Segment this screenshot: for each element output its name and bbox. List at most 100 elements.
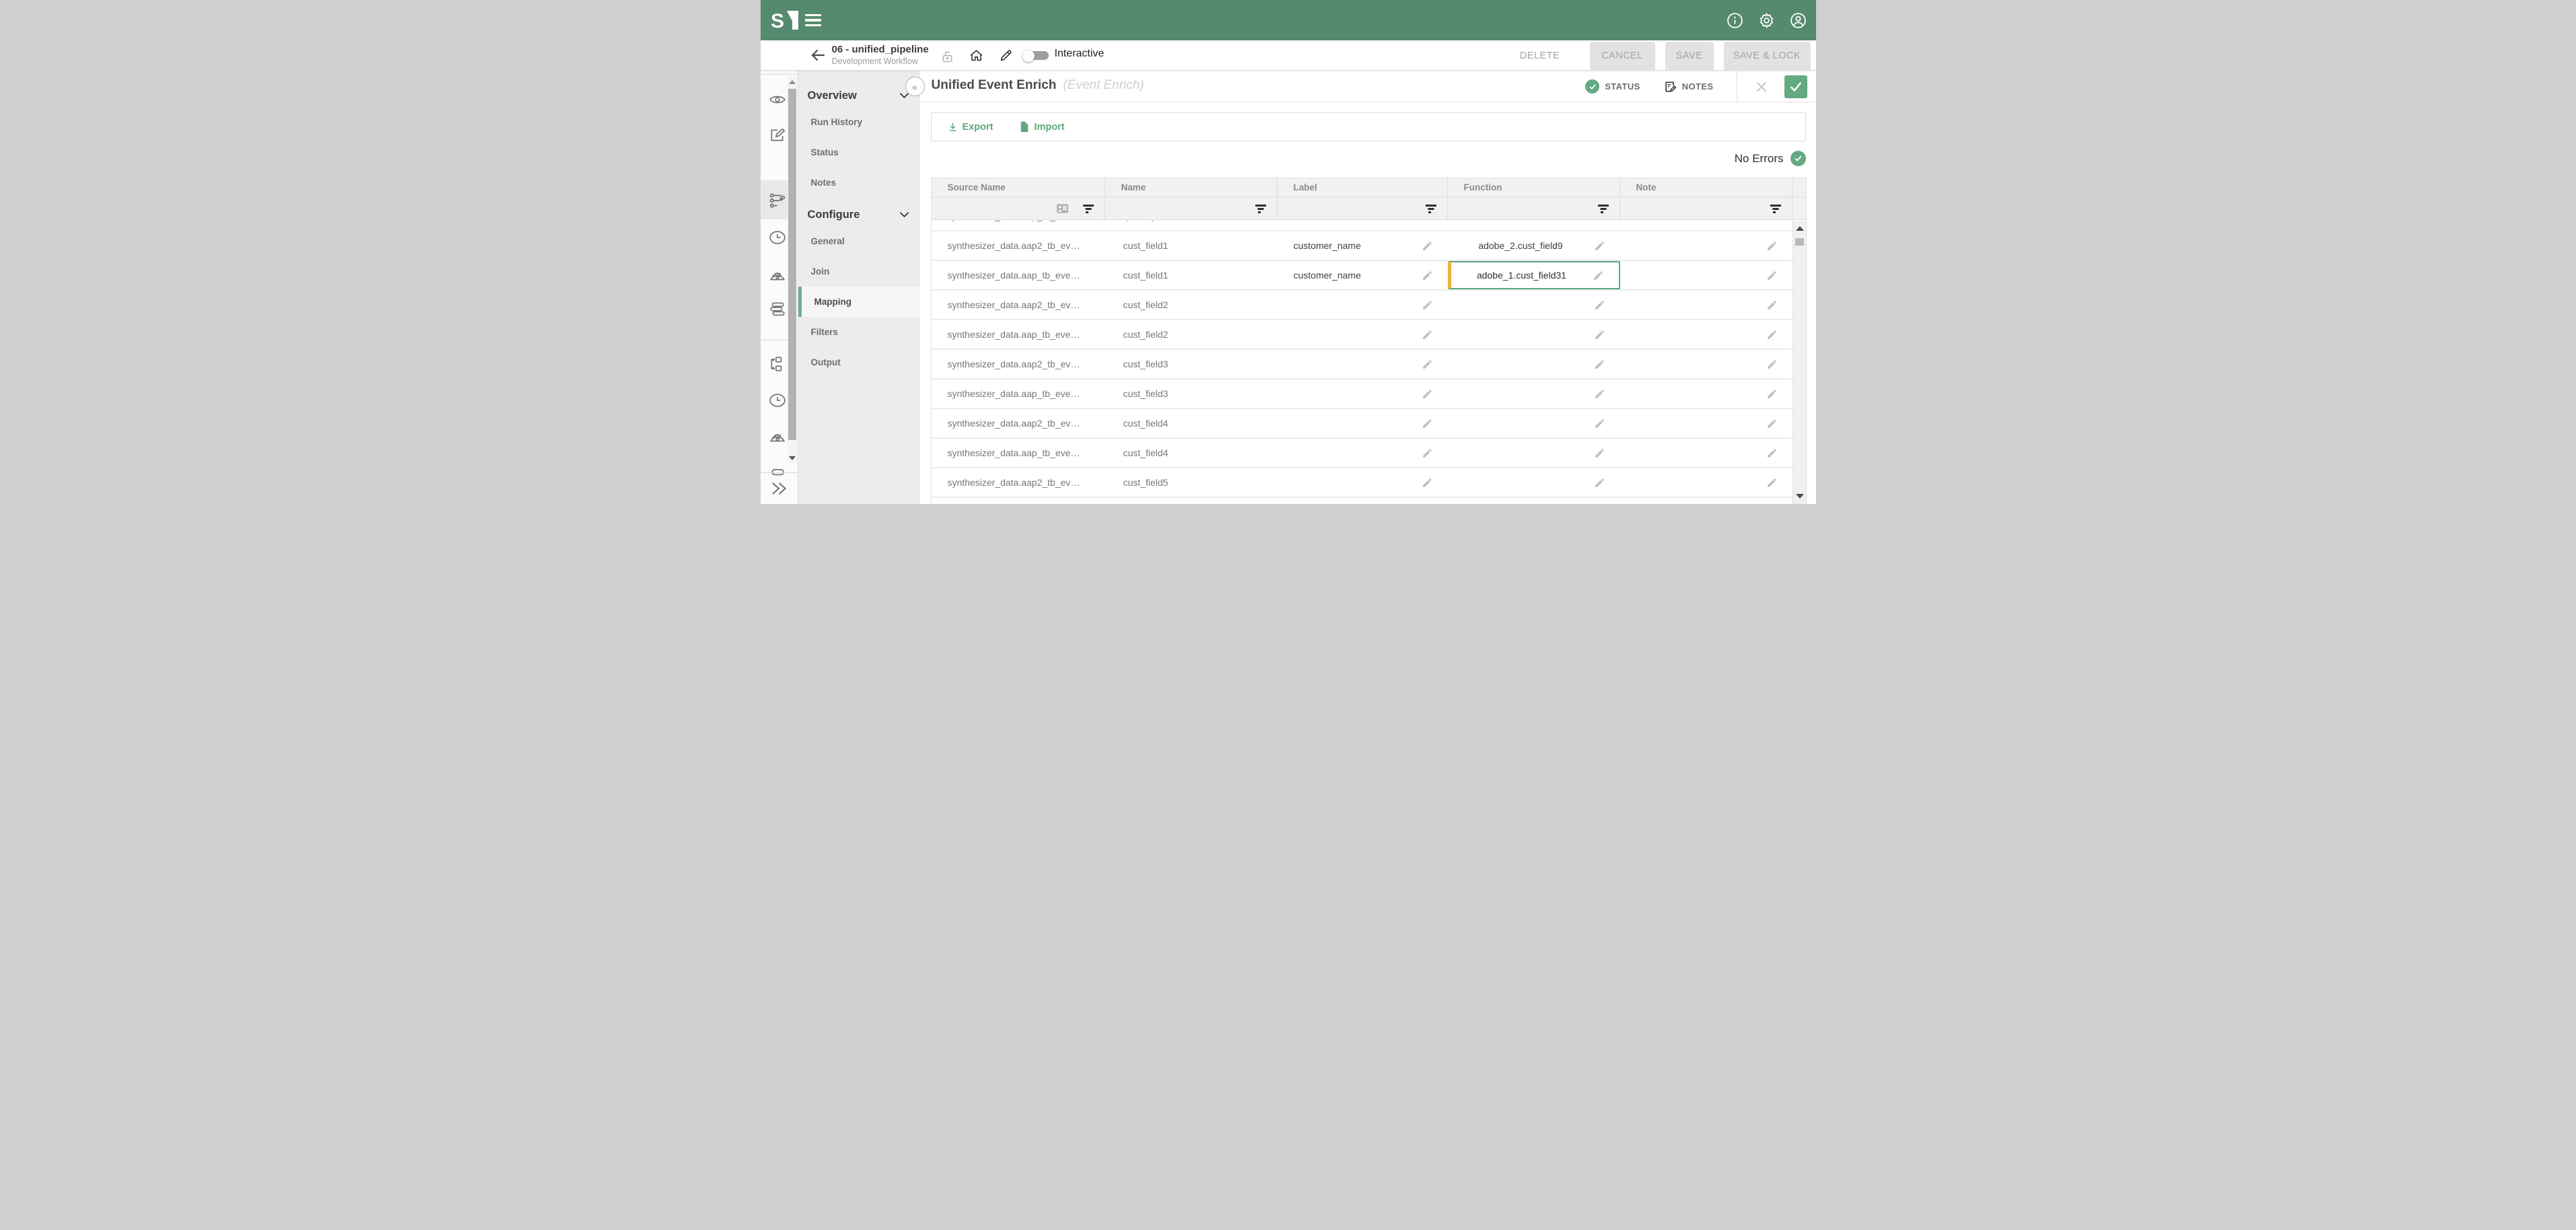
table-row[interactable]: synthesizer_data.aap_tb_eve…cust_field4 — [932, 439, 1793, 468]
filter-cell-note[interactable] — [1620, 198, 1792, 219]
export-button[interactable]: Export — [948, 122, 994, 133]
info-icon[interactable] — [1727, 12, 1743, 29]
filter-funnel-icon[interactable] — [1083, 205, 1094, 213]
edit-note-pencil-icon[interactable] — [1766, 477, 1778, 489]
edit-label-pencil-icon[interactable] — [1422, 477, 1433, 489]
column-card-icon[interactable] — [1057, 204, 1068, 213]
column-header-note[interactable]: Note — [1620, 178, 1792, 196]
gauge-icon[interactable] — [769, 428, 786, 445]
edit-function-pencil-icon[interactable] — [1594, 329, 1605, 340]
collapse-panel-button[interactable]: « — [905, 77, 925, 96]
gauge-icon[interactable] — [769, 266, 786, 284]
filter-cell-name[interactable] — [1105, 198, 1278, 219]
edit-label-pencil-icon[interactable] — [1422, 299, 1433, 311]
import-button[interactable]: Import — [1020, 121, 1064, 133]
table-row[interactable]: synthesizer_data.aap2_tb_ev…cust_field5 — [932, 468, 1793, 498]
table-row[interactable]: synthesizer_data.aap_tb_eve…cust_field3 — [932, 379, 1793, 409]
edit-note-pencil-icon[interactable] — [1766, 359, 1778, 370]
edit-note-pencil-icon[interactable] — [1766, 388, 1778, 400]
column-header-source-name[interactable]: Source Name — [932, 178, 1105, 196]
filter-cell-function[interactable] — [1448, 198, 1620, 219]
back-arrow-icon[interactable] — [810, 47, 826, 63]
scroll-down-arrow-icon[interactable] — [789, 456, 796, 460]
edit-note-pencil-icon[interactable] — [1766, 270, 1778, 281]
table-row[interactable]: synthesizer_data.aap2_tb_ev…cust_field3 — [932, 350, 1793, 379]
edit-label-pencil-icon[interactable] — [1422, 388, 1433, 400]
rail-scrollbar[interactable] — [788, 77, 797, 464]
interactive-toggle[interactable] — [1022, 50, 1049, 62]
column-header-name[interactable]: Name — [1105, 178, 1278, 196]
sidebar-item-mapping[interactable]: Mapping — [798, 287, 920, 317]
edit-label-pencil-icon[interactable] — [1422, 329, 1433, 340]
sidebar-item-general[interactable]: General — [798, 226, 920, 256]
sidebar-item-output[interactable]: Output — [798, 347, 920, 377]
edit-pencil-icon[interactable] — [999, 48, 1013, 63]
clock-icon[interactable] — [769, 229, 786, 246]
settings-gear-icon[interactable] — [1758, 12, 1775, 29]
table-row[interactable]: synthesizer_data.aap_tb_eve…quantity — [932, 221, 1793, 231]
filter-cell-source-name[interactable] — [932, 198, 1105, 219]
filter-funnel-icon[interactable] — [1598, 205, 1609, 213]
column-header-label[interactable]: Label — [1278, 178, 1448, 196]
compose-icon[interactable] — [769, 126, 786, 144]
expand-rail-chevrons-icon[interactable] — [770, 481, 788, 496]
edit-note-pencil-icon[interactable] — [1766, 447, 1778, 459]
clock-icon[interactable] — [769, 392, 786, 409]
delete-button[interactable]: DELETE — [1512, 42, 1568, 70]
confirm-check-button[interactable] — [1784, 75, 1807, 98]
filter-cell-label[interactable] — [1278, 198, 1448, 219]
edit-label-pencil-icon[interactable] — [1422, 359, 1433, 370]
scroll-up-arrow-icon[interactable] — [789, 80, 796, 84]
sidebar-item-notes[interactable]: Notes — [798, 168, 920, 198]
table-row[interactable]: synthesizer_data.aap2_tb_ev…cust_field2 — [932, 291, 1793, 320]
table-scrollbar-thumb[interactable] — [1795, 238, 1804, 246]
close-x-icon[interactable] — [1755, 80, 1768, 94]
layers-icon[interactable] — [769, 300, 786, 318]
edit-function-pencil-icon[interactable] — [1594, 240, 1605, 252]
edit-label-pencil-icon[interactable] — [1422, 240, 1433, 252]
notes-button[interactable]: NOTES — [1663, 80, 1714, 94]
cancel-button[interactable]: CANCEL — [1590, 42, 1655, 70]
edit-function-pencil-icon[interactable] — [1594, 418, 1605, 429]
flow-icon[interactable] — [769, 355, 786, 373]
pipeline-icon[interactable] — [769, 191, 786, 209]
edit-function-pencil-icon[interactable] — [1594, 299, 1605, 311]
sidebar-item-join[interactable]: Join — [798, 256, 920, 287]
status-button[interactable]: STATUS — [1585, 79, 1640, 94]
nav-section-overview[interactable]: Overview — [798, 84, 920, 107]
edit-note-pencil-icon[interactable] — [1766, 299, 1778, 311]
filter-funnel-icon[interactable] — [1770, 205, 1781, 213]
rail-scrollbar-thumb[interactable] — [788, 89, 796, 440]
edit-function-pencil-icon[interactable] — [1594, 388, 1605, 400]
menu-hamburger-icon[interactable] — [805, 14, 821, 26]
edit-label-pencil-icon[interactable] — [1422, 270, 1433, 281]
table-scrollbar[interactable] — [1792, 221, 1806, 504]
eye-icon[interactable] — [769, 91, 786, 108]
filter-funnel-icon[interactable] — [1255, 205, 1266, 213]
edit-function-pencil-icon[interactable] — [1593, 270, 1604, 281]
home-icon[interactable] — [969, 48, 983, 63]
edit-label-pencil-icon[interactable] — [1422, 447, 1433, 459]
table-scroll-down-icon[interactable] — [1796, 494, 1804, 499]
save-and-lock-button[interactable]: SAVE & LOCK — [1724, 42, 1811, 70]
sidebar-item-run-history[interactable]: Run History — [798, 107, 920, 137]
table-scroll-up-icon[interactable] — [1796, 226, 1804, 231]
edit-label-pencil-icon[interactable] — [1422, 418, 1433, 429]
edit-function-pencil-icon[interactable] — [1594, 477, 1605, 489]
table-row[interactable]: synthesizer_data.aap_tb_eve…cust_field2 — [932, 320, 1793, 350]
table-row[interactable]: synthesizer_data.aap2_tb_ev…cust_field4 — [932, 409, 1793, 439]
edit-function-pencil-icon[interactable] — [1594, 359, 1605, 370]
filter-funnel-icon[interactable] — [1426, 205, 1436, 213]
highlighted-function-cell[interactable]: adobe_1.cust_field31 — [1448, 261, 1620, 289]
edit-function-pencil-icon[interactable] — [1594, 447, 1605, 459]
sidebar-item-status[interactable]: Status — [798, 137, 920, 168]
table-row[interactable]: synthesizer_data.aap2_tb_ev…cust_field1c… — [932, 231, 1793, 261]
account-icon[interactable] — [1790, 12, 1807, 29]
edit-note-pencil-icon[interactable] — [1766, 240, 1778, 252]
save-button[interactable]: SAVE — [1665, 42, 1714, 70]
edit-note-pencil-icon[interactable] — [1766, 418, 1778, 429]
nav-section-configure[interactable]: Configure — [798, 203, 920, 226]
table-row[interactable]: synthesizer_data.aap_tb_eve…cust_field1c… — [932, 261, 1793, 291]
edit-note-pencil-icon[interactable] — [1766, 329, 1778, 340]
sidebar-item-filters[interactable]: Filters — [798, 317, 920, 347]
